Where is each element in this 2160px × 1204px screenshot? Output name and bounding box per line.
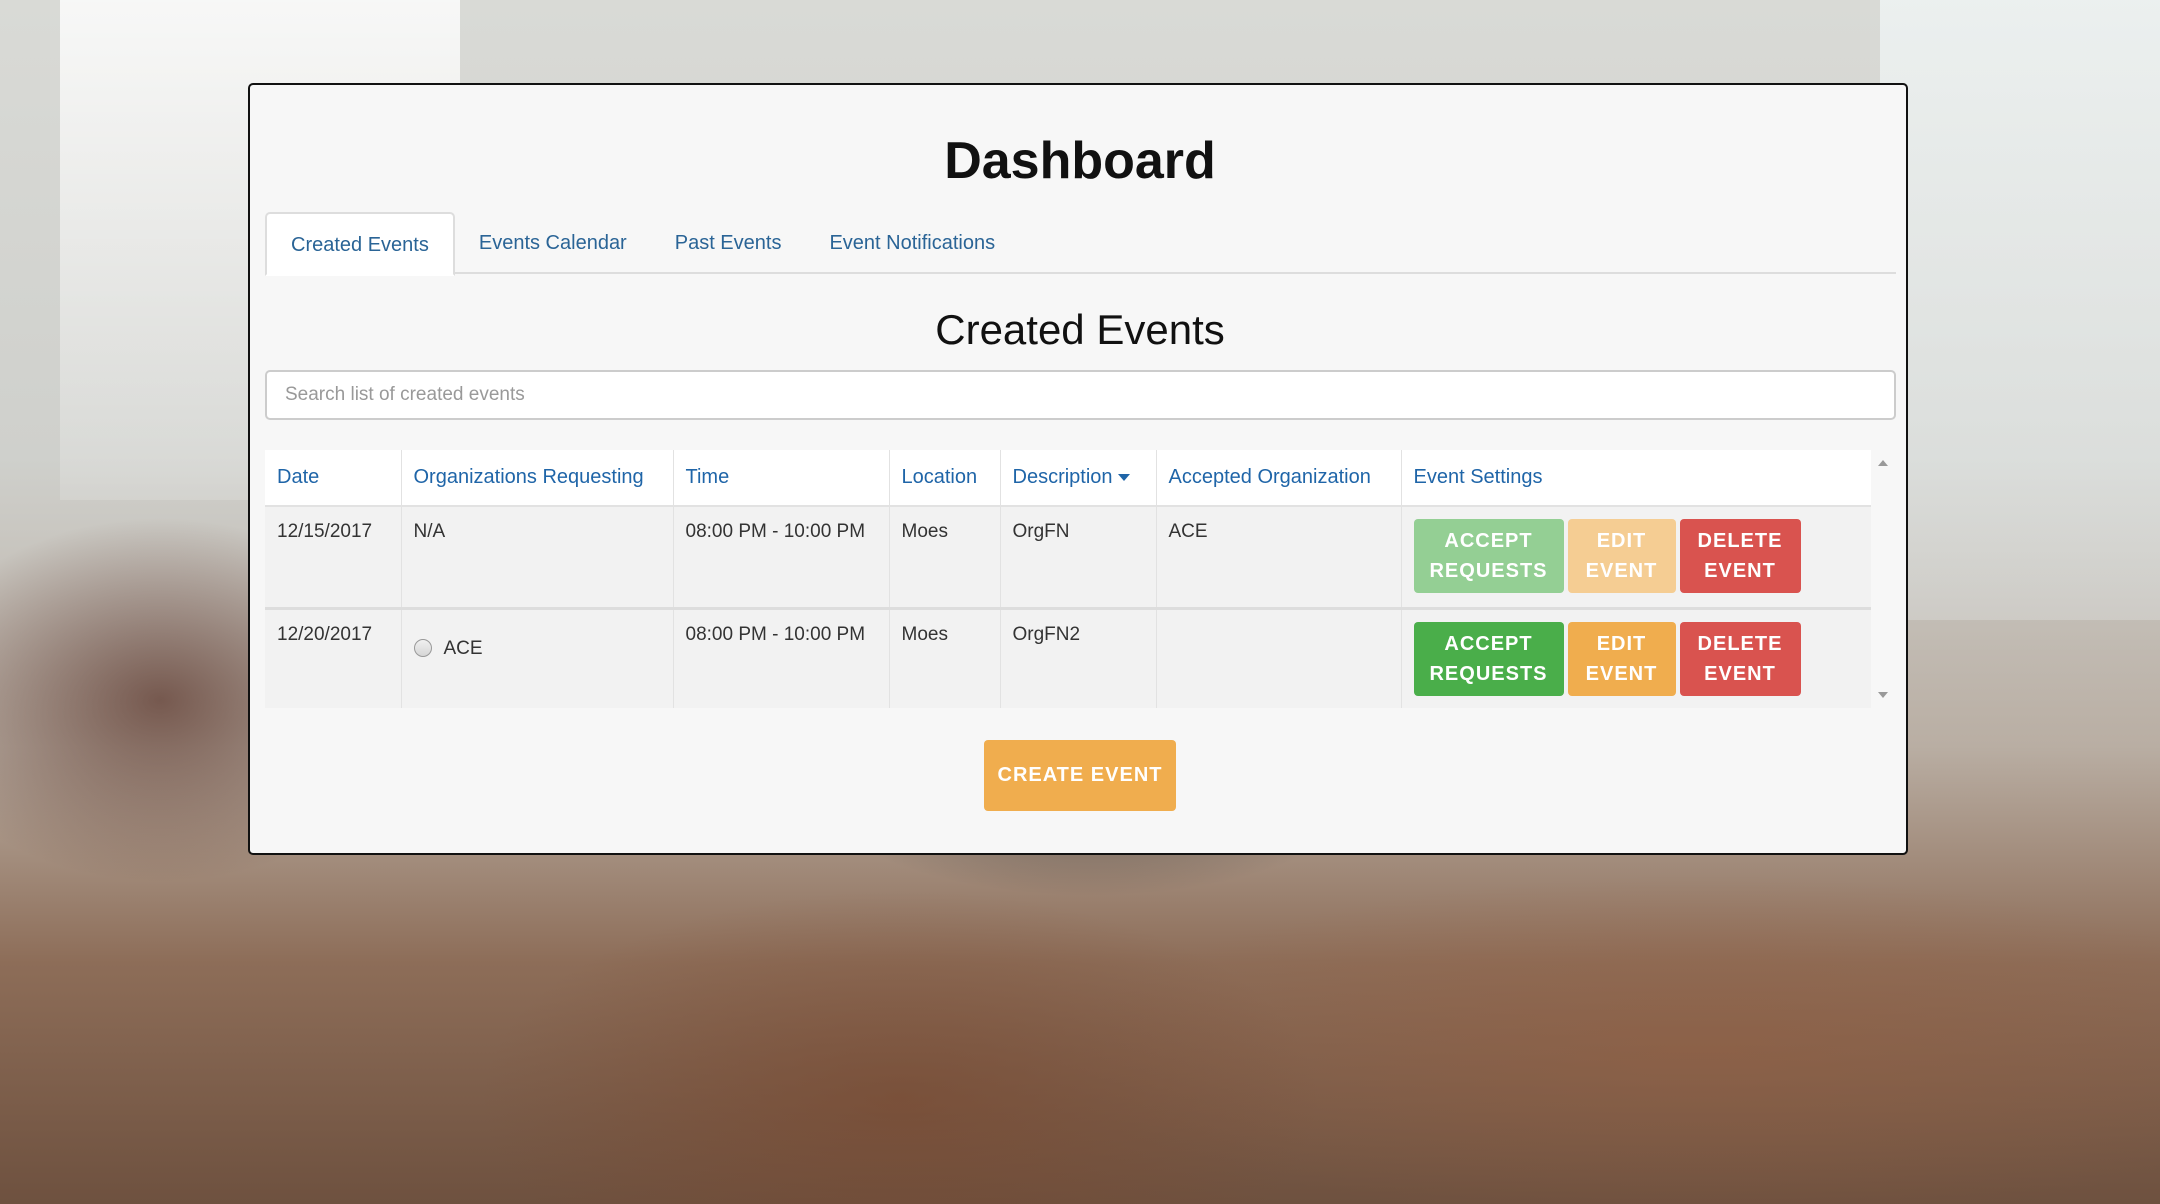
edit-event-button[interactable]: EDIT EVENT [1567, 519, 1676, 593]
table-row: 12/15/2017 N/A 08:00 PM - 10:00 PM Moes … [265, 506, 1871, 610]
column-header-date[interactable]: Date [265, 450, 402, 507]
table-header-row: Date Organizations Requesting Time Locat… [265, 450, 1871, 507]
cell-time: 08:00 PM - 10:00 PM [673, 506, 890, 610]
cell-accepted-organization [1156, 608, 1402, 708]
scroll-down-arrow-icon[interactable] [1878, 692, 1888, 698]
cell-date: 12/20/2017 [265, 608, 402, 708]
cell-event-settings: ACCEPT REQUESTS EDIT EVENT DELETE EVENT [1401, 608, 1871, 708]
cell-time: 08:00 PM - 10:00 PM [673, 608, 890, 708]
tab-events-calendar[interactable]: Events Calendar [455, 212, 651, 274]
column-header-time[interactable]: Time [673, 450, 890, 507]
accept-requests-button[interactable]: ACCEPT REQUESTS [1413, 519, 1564, 593]
event-settings-buttons: ACCEPT REQUESTS EDIT EVENT DELETE EVENT [1413, 621, 1860, 696]
cell-organizations-requesting: ACE [401, 608, 674, 708]
delete-event-button[interactable]: DELETE EVENT [1679, 519, 1801, 593]
cell-description: OrgFN [1000, 506, 1157, 610]
column-header-event-settings: Event Settings [1401, 450, 1871, 507]
section-title: Created Events [935, 306, 1225, 353]
delete-event-button[interactable]: DELETE EVENT [1679, 621, 1801, 696]
accept-requests-button[interactable]: ACCEPT REQUESTS [1413, 621, 1564, 696]
cell-location: Moes [889, 506, 1001, 610]
event-settings-buttons: ACCEPT REQUESTS EDIT EVENT DELETE EVENT [1413, 519, 1860, 593]
page-title: Dashboard [944, 132, 1216, 190]
cell-date: 12/15/2017 [265, 506, 402, 610]
edit-event-button[interactable]: EDIT EVENT [1567, 621, 1676, 696]
table-row: 12/20/2017 ACE 08:00 PM - 10:00 PM Moes … [265, 608, 1871, 708]
organization-option[interactable]: ACE [413, 637, 661, 660]
column-header-organizations-requesting[interactable]: Organizations Requesting [401, 450, 674, 507]
tab-created-events[interactable]: Created Events [265, 212, 455, 276]
caret-down-icon [1117, 474, 1130, 482]
events-table-container: Date Organizations Requesting Time Locat… [265, 450, 1894, 708]
column-header-description[interactable]: Description [1000, 450, 1157, 507]
cell-event-settings: ACCEPT REQUESTS EDIT EVENT DELETE EVENT [1401, 506, 1871, 610]
column-header-accepted-organization[interactable]: Accepted Organization [1156, 450, 1402, 507]
tab-past-events[interactable]: Past Events [651, 212, 806, 274]
organization-option-label: ACE [443, 637, 483, 659]
scroll-up-arrow-icon[interactable] [1878, 460, 1888, 466]
cell-accepted-organization: ACE [1156, 506, 1402, 610]
tab-event-notifications[interactable]: Event Notifications [805, 212, 1019, 274]
organization-radio[interactable] [413, 639, 432, 658]
tab-bar: Created Events Events Calendar Past Even… [265, 212, 1896, 276]
search-input[interactable] [265, 370, 1896, 420]
column-header-description-label: Description [1012, 466, 1113, 488]
cell-location: Moes [889, 608, 1001, 708]
column-header-location[interactable]: Location [889, 450, 1001, 507]
cell-organizations-requesting: N/A [401, 506, 674, 610]
events-table: Date Organizations Requesting Time Locat… [265, 450, 1871, 708]
create-event-button[interactable]: CREATE EVENT [984, 740, 1176, 811]
cell-description: OrgFN2 [1000, 608, 1157, 708]
table-scrollbar[interactable] [1871, 450, 1894, 708]
